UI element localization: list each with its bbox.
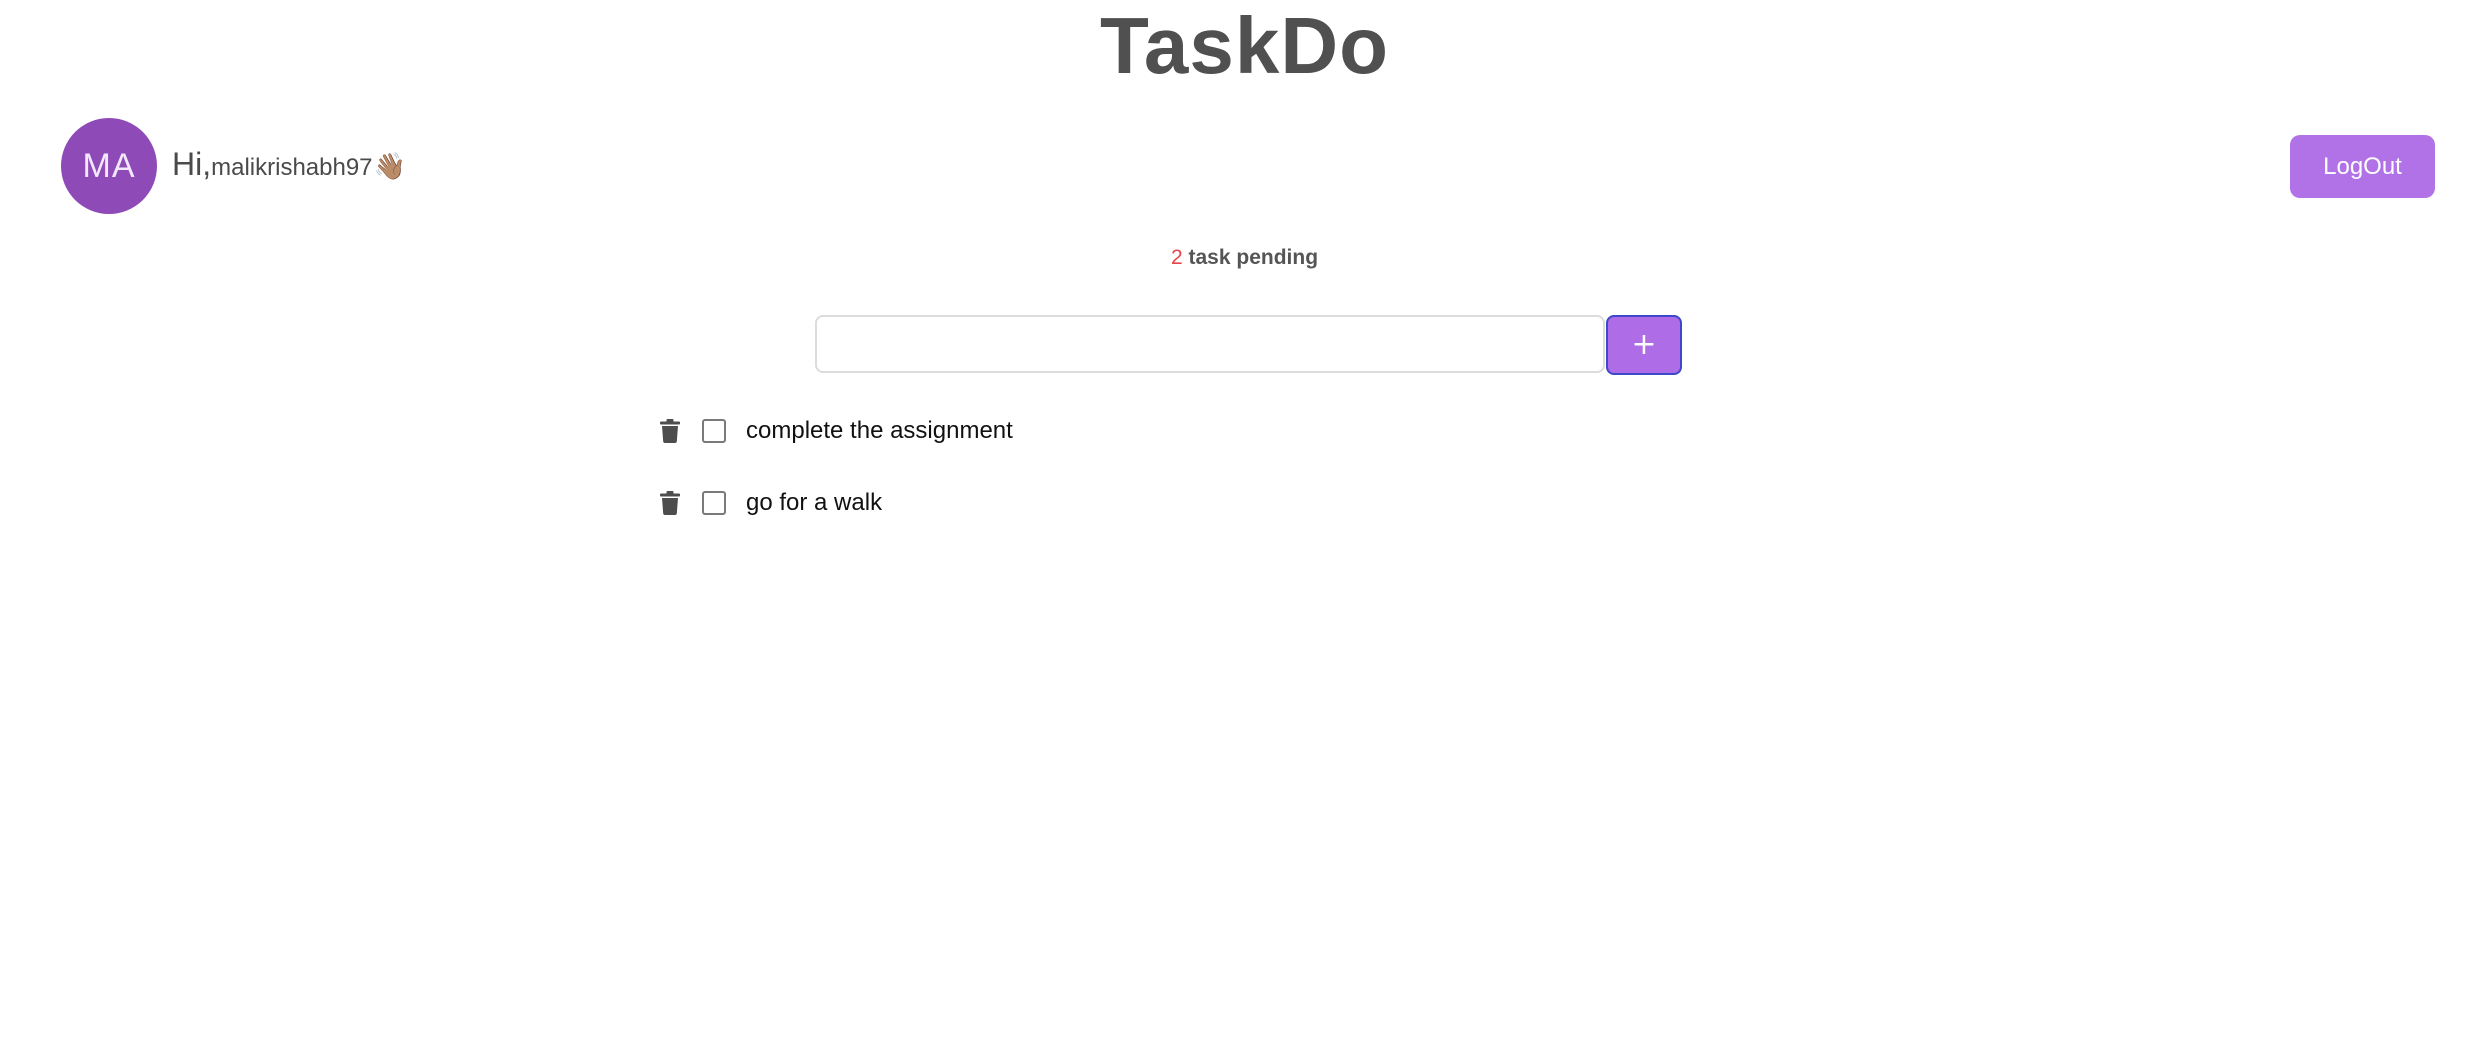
avatar: MA bbox=[61, 118, 157, 214]
task-text: go for a walk bbox=[746, 489, 883, 516]
task-item: complete the assignment bbox=[659, 412, 1013, 450]
task-input[interactable] bbox=[815, 315, 1605, 373]
wave-emoji: 👋🏽 bbox=[373, 151, 406, 181]
trash-icon[interactable] bbox=[659, 418, 681, 444]
avatar-initials: MA bbox=[82, 146, 136, 185]
task-checkbox[interactable] bbox=[702, 419, 726, 443]
username: malikrishabh97 bbox=[211, 154, 373, 181]
greeting: Hi, malikrishabh97 👋🏽 bbox=[172, 146, 406, 186]
task-list: complete the assignment go for a walk bbox=[659, 412, 1013, 556]
pending-count: 2 bbox=[1170, 246, 1183, 269]
logout-button[interactable]: LogOut bbox=[2290, 135, 2435, 198]
pending-status: 2 task pending bbox=[0, 246, 2489, 270]
add-task-button[interactable]: + bbox=[1606, 315, 1682, 375]
pending-label: task pending bbox=[1188, 246, 1319, 269]
app-title: TaskDo bbox=[1099, 1, 1390, 90]
trash-icon[interactable] bbox=[659, 490, 681, 516]
taskdo-app: TaskDo MA Hi, malikrishabh97 👋🏽 LogOut 2… bbox=[0, 0, 2489, 1050]
greeting-text: Hi, bbox=[172, 146, 212, 182]
task-text: complete the assignment bbox=[746, 417, 1013, 444]
task-checkbox[interactable] bbox=[702, 491, 726, 515]
task-item: go for a walk bbox=[659, 484, 1013, 522]
